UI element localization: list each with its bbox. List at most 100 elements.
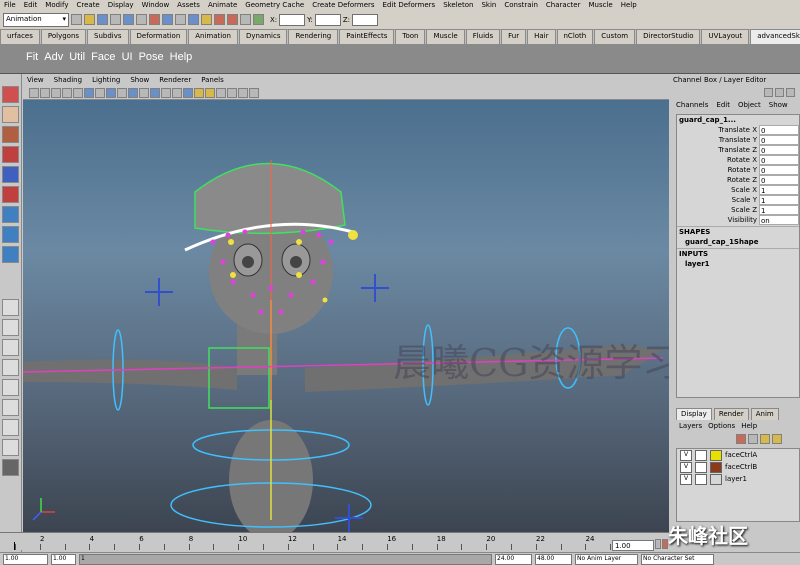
- xray-joints-icon[interactable]: [227, 87, 237, 98]
- perspective-viewport[interactable]: 晨曦CG资源学习店: [23, 100, 669, 532]
- new-scene-icon[interactable]: [71, 14, 82, 25]
- bookmark-icon[interactable]: [51, 87, 61, 98]
- scale-tool-icon[interactable]: [2, 186, 19, 203]
- layer-template-toggle[interactable]: [695, 449, 707, 461]
- attribute-name[interactable]: Translate Y: [677, 135, 759, 145]
- soft-mod-tool-icon[interactable]: [2, 226, 19, 243]
- shelf-tab-advancedskeleton[interactable]: advancedSkeleton: [750, 29, 800, 44]
- persp-graph-layout-icon[interactable]: [2, 359, 19, 376]
- rotate-tool-icon[interactable]: [2, 166, 19, 183]
- shadows-icon[interactable]: [205, 87, 215, 98]
- shape-node-name[interactable]: guard_cap_1Shape: [677, 237, 799, 247]
- smooth-shade-icon[interactable]: [161, 87, 171, 98]
- persp-outliner-layout-icon[interactable]: [2, 339, 19, 356]
- shelf-tab-subdivs[interactable]: Subdivs: [87, 29, 129, 44]
- layer-color-swatch[interactable]: [710, 449, 722, 461]
- menu-create-deformers[interactable]: Create Deformers: [312, 1, 374, 9]
- shelf-button-adv[interactable]: Adv: [44, 51, 63, 63]
- panel-menu-lighting[interactable]: Lighting: [92, 76, 120, 84]
- save-scene-icon[interactable]: [97, 14, 108, 25]
- layer-tab-anim[interactable]: Anim: [750, 408, 779, 420]
- textured-icon[interactable]: [183, 87, 193, 98]
- channel-menu-edit[interactable]: Edit: [716, 101, 730, 109]
- xray-icon[interactable]: [216, 87, 226, 98]
- start-time-field[interactable]: 1.00: [3, 553, 48, 565]
- menu-assets[interactable]: Assets: [177, 1, 200, 9]
- gate-mask-icon[interactable]: [106, 87, 116, 98]
- layer-name[interactable]: layer1: [725, 475, 747, 483]
- menu-geometry-cache[interactable]: Geometry Cache: [245, 1, 304, 9]
- shelf-tab-dynamics[interactable]: Dynamics: [238, 29, 288, 44]
- menu-edit[interactable]: Edit: [24, 1, 38, 9]
- menu-animate[interactable]: Animate: [208, 1, 237, 9]
- panel-menu-panels[interactable]: Panels: [201, 76, 224, 84]
- shelf-tab-animation[interactable]: Animation: [188, 29, 238, 44]
- menu-muscle[interactable]: Muscle: [588, 1, 612, 9]
- shelf-tab-directorstudio[interactable]: DirectorStudio: [636, 29, 701, 44]
- character-set-dropdown[interactable]: No Character Set: [641, 553, 714, 565]
- layer-template-toggle[interactable]: [695, 461, 707, 473]
- shelf-tab-urfaces[interactable]: urfaces: [0, 29, 40, 44]
- attribute-name[interactable]: Translate Z: [677, 145, 759, 155]
- range-slider[interactable]: 1: [79, 553, 492, 565]
- attribute-name[interactable]: Rotate Y: [677, 165, 759, 175]
- attribute-value-field[interactable]: on: [759, 215, 799, 225]
- shelf-button-pose[interactable]: Pose: [139, 51, 164, 63]
- panel-menu-view[interactable]: View: [27, 76, 44, 84]
- isolate-select-icon[interactable]: [238, 87, 248, 98]
- attribute-name[interactable]: Rotate Z: [677, 175, 759, 185]
- layer-tab-render[interactable]: Render: [713, 408, 749, 420]
- safe-title-icon[interactable]: [139, 87, 149, 98]
- attribute-editor-icon[interactable]: [775, 88, 784, 97]
- menu-edit-deformers[interactable]: Edit Deformers: [383, 1, 436, 9]
- layer-name[interactable]: faceCtrlA: [725, 451, 757, 459]
- camera-select-icon[interactable]: [29, 87, 39, 98]
- shelf-tab-custom[interactable]: Custom: [594, 29, 636, 44]
- attribute-value-field[interactable]: 0: [759, 135, 799, 145]
- attribute-value-field[interactable]: 1: [759, 185, 799, 195]
- shelf-button-help[interactable]: Help: [170, 51, 193, 63]
- shelf-button-util[interactable]: Util: [69, 51, 85, 63]
- shelf-button-face[interactable]: Face: [91, 51, 115, 63]
- history-icon[interactable]: [201, 14, 212, 25]
- menu-constrain[interactable]: Constrain: [504, 1, 538, 9]
- playback-end-field[interactable]: 24.00: [495, 553, 532, 565]
- grid-icon[interactable]: [73, 87, 83, 98]
- panel-menu-show[interactable]: Show: [130, 76, 149, 84]
- snap-point-icon[interactable]: [175, 14, 186, 25]
- anim-layer-dropdown[interactable]: No Anim Layer: [575, 553, 638, 565]
- attribute-value-field[interactable]: 0: [759, 175, 799, 185]
- layer-menu-help[interactable]: Help: [741, 422, 757, 434]
- menu-display[interactable]: Display: [108, 1, 134, 9]
- attribute-name[interactable]: Rotate X: [677, 155, 759, 165]
- menu-create[interactable]: Create: [76, 1, 99, 9]
- menu-skin[interactable]: Skin: [481, 1, 496, 9]
- attribute-value-field[interactable]: 1: [759, 195, 799, 205]
- select-object-icon[interactable]: [123, 14, 134, 25]
- attribute-value-field[interactable]: 0: [759, 145, 799, 155]
- layer-name[interactable]: faceCtrlB: [725, 463, 757, 471]
- tool-settings-icon[interactable]: [786, 88, 795, 97]
- menu-modify[interactable]: Modify: [45, 1, 68, 9]
- layer-template-toggle[interactable]: [695, 473, 707, 485]
- attribute-name[interactable]: Scale Z: [677, 205, 759, 215]
- shelf-tab-toon[interactable]: Toon: [395, 29, 426, 44]
- layer-row[interactable]: VfaceCtrlA: [677, 449, 799, 461]
- current-frame-field[interactable]: 1.00: [612, 540, 654, 551]
- layer-menu-layers[interactable]: Layers: [679, 422, 702, 434]
- ipr-render-icon[interactable]: [227, 14, 238, 25]
- shelf-button-fit[interactable]: Fit: [26, 51, 38, 63]
- camera-attributes-icon[interactable]: [40, 87, 50, 98]
- channel-menu-channels[interactable]: Channels: [676, 101, 708, 109]
- hypershade-layout-icon[interactable]: [2, 379, 19, 396]
- new-layer-from-selected-icon[interactable]: [748, 434, 758, 444]
- hypershade-icon[interactable]: [253, 14, 264, 25]
- attribute-name[interactable]: Translate X: [677, 125, 759, 135]
- move-tool-icon[interactable]: [2, 146, 19, 163]
- attribute-value-field[interactable]: 0: [759, 155, 799, 165]
- snap-plane-icon[interactable]: [188, 14, 199, 25]
- x-field[interactable]: [279, 13, 306, 26]
- single-view-layout-icon[interactable]: [2, 299, 19, 316]
- shelf-tab-rendering[interactable]: Rendering: [288, 29, 339, 44]
- shelf-tab-polygons[interactable]: Polygons: [40, 29, 87, 44]
